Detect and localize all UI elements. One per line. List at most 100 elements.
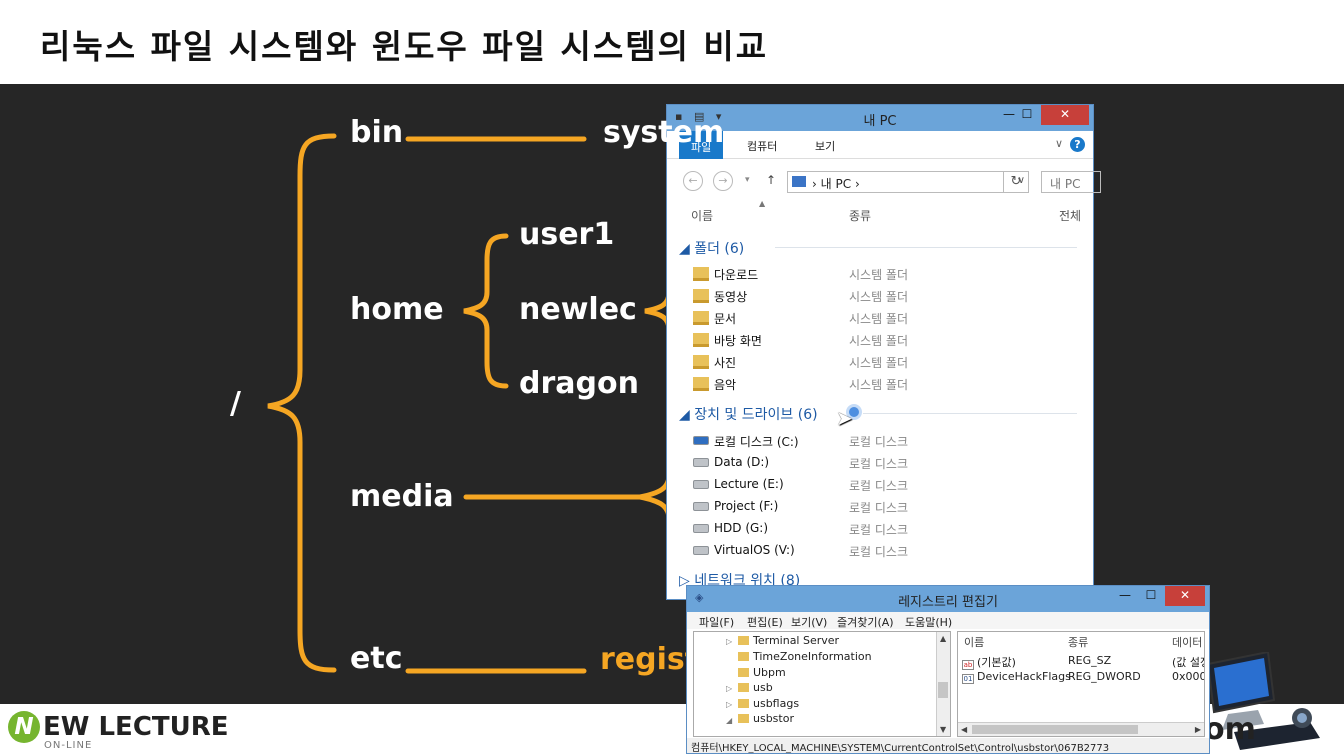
address-bar[interactable]: › 내 PC › ∨ bbox=[787, 171, 1029, 193]
sort-up-icon: ▲ bbox=[759, 199, 766, 208]
root-brace bbox=[267, 133, 337, 673]
scroll-left-icon[interactable]: ◀ bbox=[961, 725, 967, 734]
folder-icon bbox=[693, 333, 709, 347]
group-divider bbox=[775, 247, 1077, 248]
column-type[interactable]: 종류 bbox=[1068, 634, 1088, 650]
tree-dragon-label: dragon bbox=[519, 366, 639, 401]
folder-icon bbox=[693, 267, 709, 281]
expand-arrow-icon[interactable]: ▷ bbox=[726, 684, 732, 693]
folder-icon bbox=[738, 699, 749, 708]
pc-icon bbox=[792, 176, 806, 187]
tree-key[interactable]: usb bbox=[738, 681, 773, 694]
expand-arrow-icon[interactable]: ▷ bbox=[726, 637, 732, 646]
item-type: 로컬 디스크 bbox=[849, 523, 909, 537]
tree-newlec-label: newlec bbox=[519, 292, 637, 327]
tree-etc-label: etc bbox=[350, 641, 403, 676]
item-type: 시스템 폴더 bbox=[849, 268, 909, 282]
scroll-thumb[interactable] bbox=[938, 682, 948, 698]
group-drives[interactable]: ◢ 장치 및 드라이브 (6) bbox=[679, 404, 818, 424]
home-brace bbox=[463, 233, 509, 389]
tree-key-selected[interactable]: usbstor bbox=[738, 712, 794, 725]
up-icon[interactable]: ↑ bbox=[766, 173, 776, 187]
item-name: HDD (G:) bbox=[714, 521, 769, 535]
value-type: REG_SZ bbox=[1068, 654, 1112, 667]
tab-computer[interactable]: 컴퓨터 bbox=[747, 138, 777, 154]
close-button[interactable]: ✕ bbox=[1041, 105, 1089, 125]
folder-icon bbox=[738, 714, 749, 723]
item-name: Data (D:) bbox=[714, 455, 770, 469]
drive-icon bbox=[693, 502, 709, 511]
expand-arrow-icon[interactable]: ▷ bbox=[726, 700, 732, 709]
column-data[interactable]: 데이터 bbox=[1172, 634, 1202, 650]
folder-icon bbox=[693, 377, 709, 391]
maximize-button[interactable]: ☐ bbox=[1139, 586, 1163, 606]
item-type: 시스템 폴더 bbox=[849, 290, 909, 304]
registry-titlebar[interactable]: ◈ 레지스트리 편집기 — ☐ ✕ bbox=[687, 586, 1209, 612]
item-name: 문서 bbox=[714, 312, 737, 326]
folder-icon bbox=[693, 289, 709, 303]
search-input[interactable]: 내 PC bbox=[1041, 171, 1101, 193]
ribbon: 파일 컴퓨터 보기 ∨ ? bbox=[667, 131, 1093, 159]
status-bar: 컴퓨터\HKEY_LOCAL_MACHINE\SYSTEM\CurrentCon… bbox=[687, 738, 1209, 753]
tree-key[interactable]: Terminal Server bbox=[738, 634, 839, 647]
system-drive-icon bbox=[693, 436, 709, 445]
dword-value-icon: 01 bbox=[962, 674, 974, 684]
address-row: ← → ▾ ↑ › 내 PC › ∨ ↻ 내 PC bbox=[667, 167, 1101, 195]
drive-icon bbox=[693, 458, 709, 467]
column-name[interactable]: 이름 bbox=[964, 634, 984, 650]
tree-root-label: / bbox=[230, 386, 241, 421]
scroll-up-icon[interactable]: ▲ bbox=[940, 634, 946, 643]
minimize-button[interactable]: — bbox=[1113, 586, 1137, 606]
group-divider bbox=[863, 413, 1077, 414]
tree-bin-label: bin bbox=[350, 115, 404, 150]
value-data: 0x0000 bbox=[1172, 670, 1204, 683]
menu-help[interactable]: 도움말(H) bbox=[905, 614, 952, 630]
tree-scrollbar[interactable]: ▲ ▼ bbox=[936, 632, 950, 736]
column-type[interactable]: 종류 bbox=[849, 207, 871, 224]
forward-icon[interactable]: → bbox=[713, 171, 733, 191]
slide-title: 리눅스 파일 시스템와 윈도우 파일 시스템의 비교 bbox=[40, 27, 769, 66]
tree-home-label: home bbox=[350, 292, 444, 327]
menu-edit[interactable]: 편집(E) bbox=[747, 614, 783, 630]
tree-key[interactable]: Ubpm bbox=[738, 666, 786, 679]
menu-favorites[interactable]: 즐겨찾기(A) bbox=[837, 614, 894, 630]
tab-view[interactable]: 보기 bbox=[815, 138, 835, 154]
scroll-down-icon[interactable]: ▼ bbox=[940, 725, 946, 734]
refresh-icon[interactable]: ↻ bbox=[1003, 171, 1029, 193]
tree-key[interactable]: TimeZoneInformation bbox=[738, 650, 872, 663]
column-name[interactable]: 이름 bbox=[691, 207, 713, 224]
tree-system-label: system bbox=[603, 115, 725, 150]
item-name: VirtualOS (V:) bbox=[714, 543, 795, 557]
scroll-thumb[interactable] bbox=[972, 725, 1138, 734]
explorer-window: ▪ ▤ ▾ 내 PC — ☐ ✕ 파일 컴퓨터 보기 ∨ ? ← → ▾ ↑ ›… bbox=[666, 104, 1101, 600]
explorer-titlebar[interactable]: ▪ ▤ ▾ 내 PC — ☐ ✕ bbox=[667, 105, 1093, 131]
recent-locations-icon[interactable]: ▾ bbox=[745, 175, 750, 185]
scroll-right-icon[interactable]: ▶ bbox=[1195, 725, 1201, 734]
menu-file[interactable]: 파일(F) bbox=[699, 614, 734, 630]
folder-icon bbox=[738, 636, 749, 645]
item-type: 로컬 디스크 bbox=[849, 545, 909, 559]
item-type: 로컬 디스크 bbox=[849, 435, 909, 449]
back-icon[interactable]: ← bbox=[683, 171, 703, 191]
registry-editor-window: ◈ 레지스트리 편집기 — ☐ ✕ 파일(F) 편집(E) 보기(V) 즐겨찾기… bbox=[686, 585, 1210, 754]
menu-view[interactable]: 보기(V) bbox=[791, 614, 827, 630]
column-total[interactable]: 전체 bbox=[1059, 207, 1081, 224]
registry-value-list[interactable]: 이름 종류 데이터 ab(기본값) REG_SZ (값 설정 01DeviceH… bbox=[957, 631, 1205, 737]
collapse-arrow-icon[interactable]: ◢ bbox=[726, 716, 732, 725]
tree-key[interactable]: usbflags bbox=[738, 697, 799, 710]
value-data: (값 설정 bbox=[1172, 656, 1204, 669]
slide-header: 리눅스 파일 시스템와 윈도우 파일 시스템의 비교 bbox=[0, 0, 1344, 84]
registry-key-tree[interactable]: ▷ Terminal Server TimeZoneInformation Ub… bbox=[693, 631, 951, 737]
brand-logo: N EW LECTURE ON-LINE bbox=[0, 706, 240, 754]
maximize-button[interactable]: ☐ bbox=[1015, 105, 1039, 125]
close-button[interactable]: ✕ bbox=[1165, 586, 1205, 606]
item-name: 로컬 디스크 (C:) bbox=[714, 435, 799, 449]
ribbon-expand-icon[interactable]: ∨ bbox=[1055, 137, 1063, 150]
drive-icon bbox=[693, 546, 709, 555]
value-scrollbar[interactable]: ◀ ▶ bbox=[958, 722, 1204, 736]
value-type: REG_DWORD bbox=[1068, 670, 1141, 683]
group-folders[interactable]: ◢ 폴더 (6) bbox=[679, 238, 744, 258]
help-icon[interactable]: ? bbox=[1070, 137, 1085, 152]
tree-user1-label: user1 bbox=[519, 217, 615, 252]
item-type: 시스템 폴더 bbox=[849, 356, 909, 370]
